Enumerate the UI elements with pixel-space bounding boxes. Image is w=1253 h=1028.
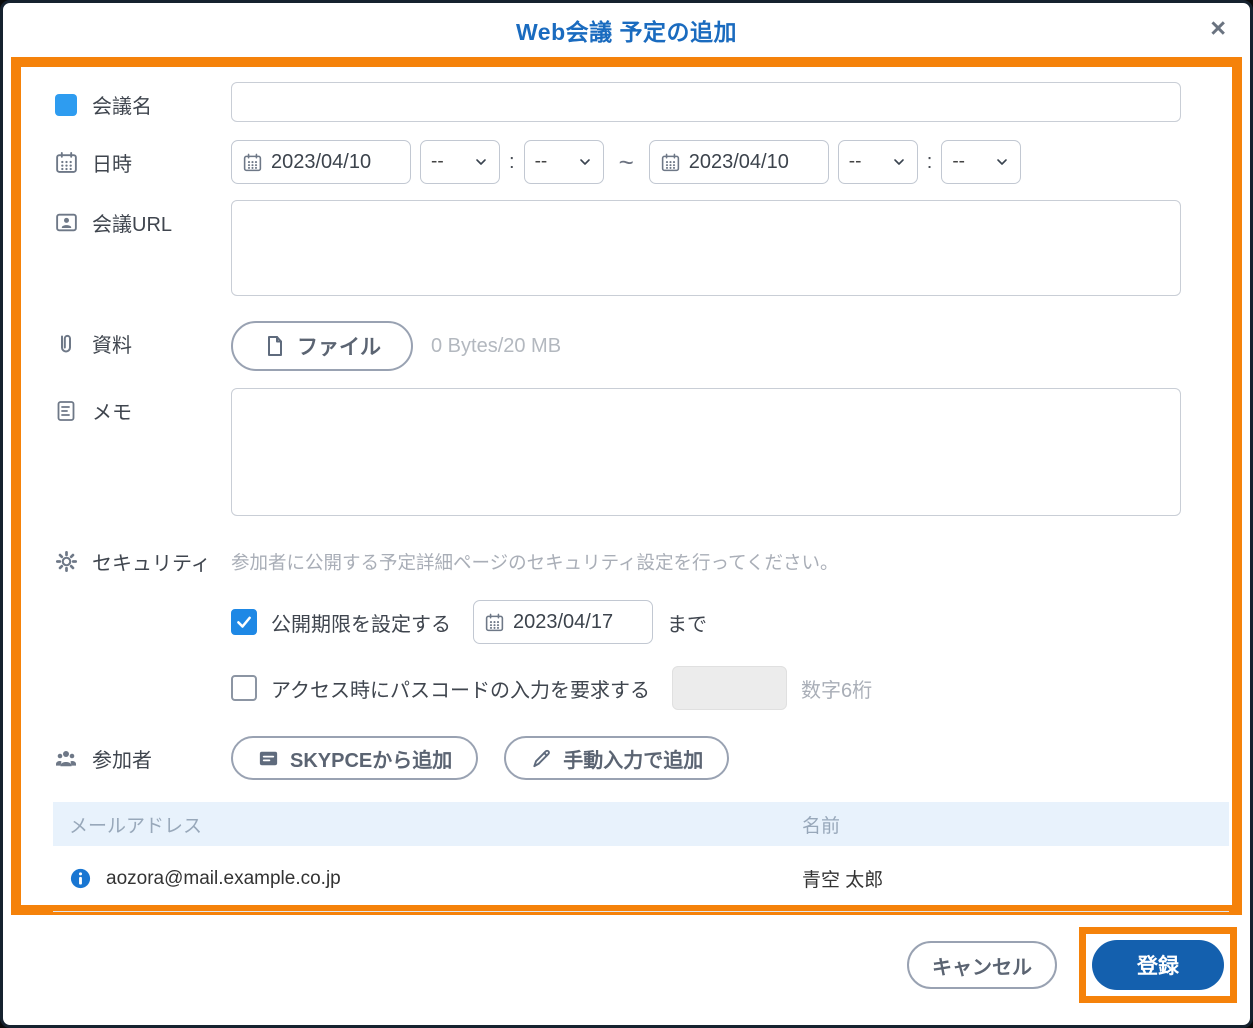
start-minute-select[interactable]: -- [524, 140, 604, 184]
file-size-quota: 0 Bytes/20 MB [431, 335, 561, 358]
submit-button[interactable]: 登録 [1092, 940, 1224, 990]
chevron-down-icon [891, 154, 907, 170]
participants-table: メールアドレス 名前 aozora@mail.example.co.jp 青空 … [53, 802, 1229, 912]
meeting-url-input[interactable] [231, 200, 1181, 296]
pencil-icon [530, 747, 553, 770]
add-manual-button[interactable]: 手動入力で追加 [504, 736, 729, 780]
chevron-down-icon [473, 154, 489, 170]
datetime-label: 日時 [92, 148, 132, 177]
start-hour-select[interactable]: -- [420, 140, 500, 184]
time-colon: : [509, 151, 515, 174]
email-column-header: メールアドレス [53, 811, 802, 838]
passcode-hint: 数字6桁 [801, 674, 872, 703]
participants-label: 参加者 [92, 744, 152, 773]
gear-icon [53, 549, 79, 574]
passcode-input[interactable] [672, 666, 787, 710]
participant-email: aozora@mail.example.co.jp [106, 868, 341, 890]
memo-label: メモ [92, 396, 132, 425]
cancel-button[interactable]: キャンセル [907, 941, 1057, 989]
end-hour-select[interactable]: -- [838, 140, 918, 184]
materials-label: 資料 [92, 329, 132, 358]
security-row: セキュリティ 参加者に公開する予定詳細ページのセキュリティ設定を行ってください。 [53, 539, 1214, 576]
contact-card-icon [53, 210, 79, 235]
submit-highlight-box: 登録 [1079, 927, 1237, 1003]
chevron-down-icon [994, 154, 1010, 170]
form-highlight-box: 会議名 日時 2023/04/10 -- [11, 57, 1242, 915]
end-date-value: 2023/04/10 [689, 151, 789, 174]
end-date-picker[interactable]: 2023/04/10 [649, 140, 829, 184]
paperclip-icon [53, 332, 79, 356]
passcode-checkbox-label: アクセス時にパスコードの入力を要求する [271, 674, 650, 703]
meeting-url-label: 会議URL [92, 208, 172, 237]
start-date-value: 2023/04/10 [271, 151, 371, 174]
memo-input[interactable] [231, 388, 1181, 516]
calendar-icon [660, 152, 681, 173]
info-icon[interactable] [69, 867, 92, 890]
dialog-footer: キャンセル 登録 [3, 915, 1250, 1015]
meeting-name-label: 会議名 [92, 90, 152, 119]
participants-row: 参加者 SKYPCEから追加 手動入力で追加 [53, 736, 1214, 780]
meeting-name-icon [53, 94, 79, 116]
end-minute-select[interactable]: -- [941, 140, 1021, 184]
calendar-icon [242, 152, 263, 173]
expiry-date-picker[interactable]: 2023/04/17 [473, 600, 653, 644]
date-range-separator: ~ [619, 147, 634, 178]
check-icon [235, 613, 253, 631]
meeting-name-row: 会議名 [53, 82, 1214, 122]
passcode-checkbox[interactable] [231, 675, 257, 701]
contact-card-icon [257, 747, 280, 770]
name-column-header: 名前 [802, 811, 1229, 838]
meeting-url-row: 会議URL [53, 200, 1214, 301]
web-meeting-add-dialog: Web会議 予定の追加 × 会議名 日時 [0, 0, 1253, 1028]
dialog-title: Web会議 予定の追加 [516, 13, 737, 47]
calendar-icon [53, 150, 79, 175]
participants-table-header: メールアドレス 名前 [53, 802, 1229, 846]
document-icon [263, 334, 287, 358]
expiry-suffix: まで [667, 608, 707, 637]
close-icon[interactable]: × [1210, 15, 1226, 42]
passcode-setting-row: アクセス時にパスコードの入力を要求する 数字6桁 [231, 666, 1214, 710]
file-upload-button[interactable]: ファイル [231, 321, 413, 371]
memo-icon [53, 399, 79, 423]
participant-name: 青空 太郎 [802, 865, 1229, 892]
materials-row: 資料 ファイル 0 Bytes/20 MB [53, 321, 1214, 371]
expiry-date-value: 2023/04/17 [513, 611, 613, 634]
calendar-icon [484, 612, 505, 633]
dialog-header: Web会議 予定の追加 × [3, 3, 1250, 57]
people-icon [53, 746, 79, 771]
memo-row: メモ [53, 388, 1214, 521]
participant-table-row: aozora@mail.example.co.jp 青空 太郎 [53, 846, 1229, 912]
meeting-name-input[interactable] [231, 82, 1181, 122]
expiry-checkbox[interactable] [231, 609, 257, 635]
chevron-down-icon [577, 154, 593, 170]
time-colon: : [927, 151, 933, 174]
datetime-row: 日時 2023/04/10 -- : -- ~ [53, 140, 1214, 184]
expiry-setting-row: 公開期限を設定する 2023/04/17 まで [231, 600, 1214, 644]
start-date-picker[interactable]: 2023/04/10 [231, 140, 411, 184]
add-from-skypce-button[interactable]: SKYPCEから追加 [231, 736, 478, 780]
expiry-checkbox-label: 公開期限を設定する [271, 608, 451, 637]
security-label: セキュリティ [92, 547, 211, 576]
security-description: 参加者に公開する予定詳細ページのセキュリティ設定を行ってください。 [231, 539, 1214, 575]
